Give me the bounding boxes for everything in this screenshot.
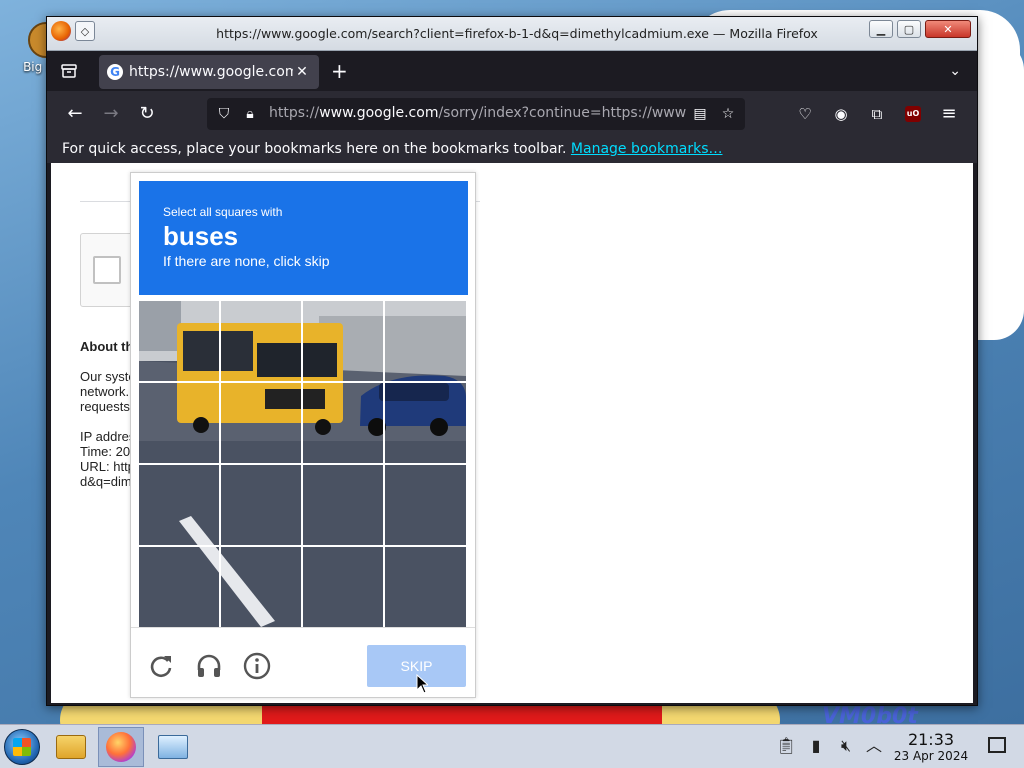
captcha-tile[interactable] (303, 547, 385, 627)
back-icon[interactable]: ← (65, 104, 85, 124)
tab-google[interactable]: G https://www.google.com/ ✕ (99, 55, 319, 89)
pocket-icon[interactable]: ♡ (795, 104, 815, 124)
show-desktop-icon[interactable] (988, 737, 1006, 753)
url-bar[interactable]: ⛉ 🔒︎ https://www.google.com/sorry/index?… (207, 98, 745, 130)
bookmark-star-icon[interactable]: ☆ (719, 105, 737, 123)
minimize-button[interactable]: ▁ (869, 20, 893, 38)
tab-bar: G https://www.google.com/ ✕ + ⌄ (47, 51, 977, 91)
battery-icon[interactable]: ▮ (806, 735, 826, 757)
url-line-continued: d&q=dim (80, 474, 132, 489)
window-titlebar[interactable]: ◇ https://www.google.com/search?client=f… (47, 17, 977, 51)
extensions-icon[interactable]: ⧉ (867, 104, 887, 124)
tray-expand-icon[interactable]: ︿ (864, 735, 884, 757)
firefox-taskbar-button[interactable] (98, 727, 144, 767)
captcha-tile[interactable] (139, 465, 221, 547)
hamburger-menu-icon[interactable]: ≡ (939, 104, 959, 124)
tab-title: https://www.google.com/ (129, 64, 293, 80)
bookmarks-toolbar: For quick access, place your bookmarks h… (47, 137, 977, 163)
captcha-tile[interactable] (303, 465, 385, 547)
windows-logo-icon (13, 738, 31, 756)
captcha-tile[interactable] (385, 301, 466, 383)
ip-address-line: IP addres (80, 429, 136, 444)
explanation-line: requests (80, 399, 130, 414)
firefox-view-icon[interactable] (59, 61, 79, 81)
navigation-toolbar: ← → ↻ ⛉ 🔒︎ https://www.google.com/sorry/… (47, 91, 977, 137)
mouse-cursor-icon (416, 674, 428, 694)
captcha-tile[interactable] (139, 301, 221, 383)
captcha-tile[interactable] (385, 383, 466, 465)
wallpaper-watermark: VM0b0t (822, 704, 918, 724)
captcha-tile[interactable] (303, 301, 385, 383)
captcha-tile[interactable] (221, 465, 303, 547)
reload-icon[interactable]: ↻ (137, 104, 157, 124)
volume-muted-icon[interactable]: 🔇︎ (836, 735, 856, 757)
url-host: www.google.com (319, 105, 439, 121)
file-manager-button[interactable] (48, 727, 94, 767)
captcha-challenge: Select all squares with buses If there a… (130, 172, 476, 698)
new-tab-button[interactable]: + (331, 61, 348, 81)
clipboard-icon[interactable]: 📋︎ (776, 735, 796, 757)
system-clock[interactable]: 21:33 23 Apr 2024 (890, 730, 972, 764)
captcha-tile[interactable] (139, 547, 221, 627)
folder-icon (56, 735, 86, 759)
captcha-tile[interactable] (221, 547, 303, 627)
close-tab-icon[interactable]: ✕ (293, 64, 311, 80)
captcha-hint: If there are none, click skip (163, 253, 330, 269)
url-prefix: https:// (269, 105, 320, 121)
maximize-button[interactable]: ▢ (897, 20, 921, 38)
window-title: https://www.google.com/search?client=fir… (216, 26, 818, 41)
google-favicon-icon: G (107, 64, 123, 80)
explanation-line: Our syste (80, 369, 136, 384)
ublock-icon[interactable]: uO (905, 106, 921, 122)
captcha-target: buses (163, 221, 239, 251)
headphones-icon[interactable] (195, 652, 223, 680)
shield-icon[interactable]: ⛉ (215, 105, 233, 123)
list-all-tabs-icon[interactable]: ⌄ (949, 63, 961, 79)
forward-icon[interactable]: → (101, 104, 121, 124)
captcha-instruction: Select all squares with (163, 205, 283, 219)
close-button[interactable]: ✕ (925, 20, 971, 38)
firefox-icon[interactable] (51, 21, 71, 41)
taskbar: 📋︎ ▮ 🔇︎ ︿ 21:33 23 Apr 2024 (0, 724, 1024, 768)
url-line: URL: http (80, 459, 135, 474)
captcha-tile[interactable] (385, 547, 466, 627)
url-path: /sorry/index?continue=https://www (438, 105, 687, 121)
lock-icon[interactable]: 🔒︎ (241, 105, 259, 123)
url-text[interactable]: https://www.google.com/sorry/index?conti… (269, 105, 689, 121)
captcha-image-grid (139, 301, 466, 627)
clock-date: 23 Apr 2024 (893, 749, 969, 763)
captcha-tile[interactable] (385, 465, 466, 547)
start-menu-button[interactable] (4, 729, 40, 765)
window-menu-icon[interactable]: ◇ (75, 21, 95, 41)
captcha-header: Select all squares with buses If there a… (139, 181, 468, 295)
window-controls: ▁ ▢ ✕ (869, 20, 971, 38)
recaptcha-checkbox[interactable] (93, 256, 121, 284)
captcha-tile[interactable] (303, 383, 385, 465)
explanation-line: network. (80, 384, 130, 399)
bookmarks-message: For quick access, place your bookmarks h… (62, 141, 567, 157)
time-line: Time: 20 (80, 444, 131, 459)
info-icon[interactable] (243, 652, 271, 680)
account-icon[interactable]: ◉ (831, 104, 851, 124)
about-heading: About th (80, 339, 134, 354)
captcha-tile[interactable] (221, 301, 303, 383)
reload-icon[interactable] (147, 652, 175, 680)
clock-time: 21:33 (907, 730, 955, 749)
captcha-tile[interactable] (221, 383, 303, 465)
titlebar-icons: ◇ (51, 21, 95, 41)
firefox-icon (106, 732, 136, 762)
captcha-tile[interactable] (139, 383, 221, 465)
reader-view-icon[interactable]: ▤ (691, 105, 709, 123)
network-app-button[interactable] (150, 727, 196, 767)
network-monitor-icon (158, 735, 188, 759)
manage-bookmarks-link[interactable]: Manage bookmarks… (571, 141, 723, 157)
